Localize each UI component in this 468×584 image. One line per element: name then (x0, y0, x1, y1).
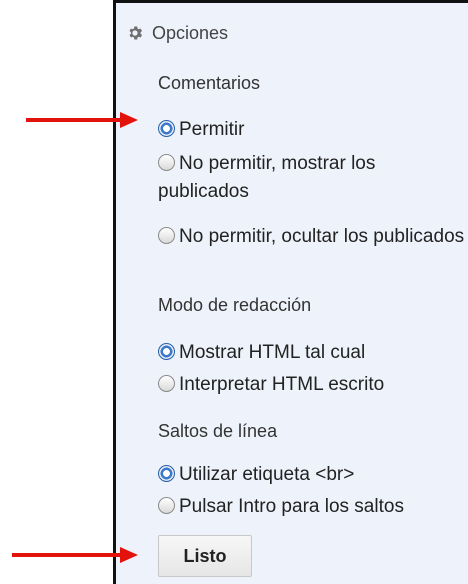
radio-label: Interpretar HTML escrito (179, 374, 385, 395)
radio-option-interpret-html[interactable]: Interpretar HTML escrito (158, 371, 468, 399)
gear-icon (126, 24, 144, 42)
arrow-right-icon (26, 112, 138, 128)
radio-label: Permitir (179, 119, 245, 140)
radio-label: Utilizar etiqueta <br> (179, 464, 355, 485)
radio-icon[interactable] (158, 497, 175, 514)
radio-icon[interactable] (158, 154, 175, 171)
radio-option-comments-show-published[interactable]: No permitir, mostrar los publicados (158, 150, 468, 206)
radio-option-comments-hide-published[interactable]: No permitir, ocultar los publicados (158, 223, 468, 251)
radio-option-comments-allow[interactable]: Permitir (158, 116, 468, 144)
radio-option-use-br[interactable]: Utilizar etiqueta <br> (158, 461, 468, 489)
radio-icon[interactable] (158, 375, 175, 392)
options-title: Opciones (152, 22, 229, 43)
radio-label: No permitir, mostrar los publicados (158, 153, 376, 202)
radio-label: Mostrar HTML tal cual (179, 342, 366, 363)
options-header[interactable]: Opciones (126, 19, 228, 47)
radio-option-enter-breaks[interactable]: Pulsar Intro para los saltos (158, 493, 468, 521)
radio-option-show-html[interactable]: Mostrar HTML tal cual (158, 339, 468, 367)
radio-checked-icon[interactable] (158, 120, 175, 137)
radio-label: Pulsar Intro para los saltos (179, 496, 404, 517)
section-title-comments: Comentarios (158, 73, 261, 93)
section-title-line-breaks: Saltos de línea (158, 421, 278, 441)
section-title-editor-mode: Modo de redacción (158, 295, 312, 315)
radio-label: No permitir, ocultar los publicados (179, 226, 465, 247)
options-panel: Opciones Comentarios Permitir No permiti… (113, 0, 468, 584)
done-button[interactable]: Listo (158, 535, 252, 577)
radio-icon[interactable] (158, 227, 175, 244)
radio-checked-icon[interactable] (158, 343, 175, 360)
radio-checked-icon[interactable] (158, 465, 175, 482)
arrow-right-icon (12, 547, 138, 563)
